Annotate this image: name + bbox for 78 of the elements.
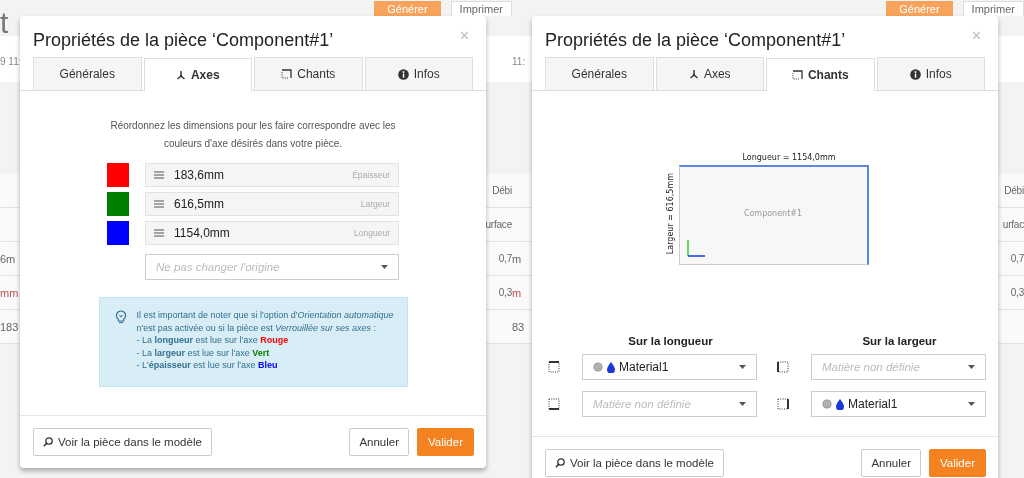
print-button[interactable]: Imprimer xyxy=(962,1,1024,16)
edge-band-icon xyxy=(281,69,293,79)
select-field[interactable]: Material1 xyxy=(582,354,757,380)
dimension-row[interactable]: 1154,0mm Longueur xyxy=(145,221,399,245)
cancel-button[interactable]: Annuler xyxy=(349,427,410,456)
axes-icon xyxy=(175,70,186,80)
instruction-text: Réordonnez les dimensions pour les faire correspondre avec les couleurs d'axe désirés dans votre pièce. xyxy=(109,119,397,151)
note-text: Il est important de noter que si l'option d'Orientation automatique n'est pas activée ou si la pièce est Verrouillée sur ses axes : xyxy=(136,309,395,334)
axis-icon xyxy=(686,240,705,257)
timestamp: 11: xyxy=(512,55,526,67)
select-value: Material1 xyxy=(848,397,899,411)
view-in-model-button[interactable]: Voir la pièce dans le modèle xyxy=(33,427,212,456)
table-cell: 0,3 xyxy=(498,287,512,298)
table-cell: urface xyxy=(485,219,512,230)
select-placeholder: Ne pas changer l'origine xyxy=(156,261,281,273)
width-label: Largeur = 616,5mm xyxy=(665,173,675,255)
table-cell: 6m xyxy=(0,252,16,265)
table-cell: mm xyxy=(0,286,19,299)
tab[interactable]: Chants xyxy=(766,58,875,91)
select-field[interactable]: Material1 xyxy=(811,391,986,417)
spiral-icon xyxy=(822,399,832,409)
view-in-model-button[interactable]: Voir la pièce dans le modèle xyxy=(545,449,724,477)
table-cell: 0,7 xyxy=(1010,253,1024,264)
select-placeholder: Matière non définie xyxy=(822,361,921,373)
edge-side-icon xyxy=(777,398,789,410)
tab[interactable]: Infos xyxy=(364,57,473,90)
tab[interactable]: Axes xyxy=(143,58,252,91)
info-icon xyxy=(909,68,921,80)
tab[interactable]: Axes xyxy=(655,57,764,90)
cancel-button[interactable]: Annuler xyxy=(861,449,922,477)
table-cell: m xyxy=(512,286,522,299)
tab[interactable]: Générales xyxy=(33,57,142,90)
note-line: - La longueur est lue sur l'axe Rouge xyxy=(136,334,290,347)
lightbulb-icon xyxy=(114,310,127,324)
dialog-title: Propriétés de la pièce ‘Component#1’ xyxy=(33,29,335,52)
info-icon xyxy=(397,68,409,80)
drag-handle-icon xyxy=(154,200,164,208)
caret-icon xyxy=(968,365,975,369)
table-cell: Débi xyxy=(492,185,512,196)
caret-icon xyxy=(739,402,746,406)
dimension-row[interactable]: 183,6mm Épaisseur xyxy=(145,163,399,187)
drag-handle-icon xyxy=(154,229,164,237)
note-line: - L'épaisseur est lue sur l'axe Bleu xyxy=(136,359,279,372)
select-value: Material1 xyxy=(619,360,670,374)
edge-side-icon xyxy=(777,361,789,373)
length-label: Longueur = 1154,0mm xyxy=(742,153,836,162)
column-heading: Sur la longueur xyxy=(627,335,714,347)
note-line: - La largeur est lue sur l'axe Vert xyxy=(136,346,271,359)
edge-side-icon xyxy=(548,398,560,410)
dialog-title: Propriétés de la pièce ‘Component#1’ xyxy=(545,29,847,52)
table-cell: m xyxy=(512,252,522,265)
search-icon xyxy=(555,458,565,468)
edge-band-icon xyxy=(791,70,803,80)
part-name: Component#1 xyxy=(743,209,803,218)
drop-icon xyxy=(836,398,844,410)
caret-icon xyxy=(968,402,975,406)
tab[interactable]: Chants xyxy=(254,57,363,90)
axes-icon xyxy=(688,69,699,79)
caret-icon xyxy=(739,365,746,369)
page-title: t xyxy=(0,10,9,36)
table-cell: 0,3 xyxy=(1010,287,1024,298)
select-placeholder: Matière non définie xyxy=(593,398,692,410)
print-button[interactable]: Imprimer xyxy=(450,1,512,16)
tab[interactable]: Générales xyxy=(545,57,654,90)
table-cell: 0,7 xyxy=(498,253,512,264)
table-cell: 83 xyxy=(512,320,525,333)
table-cell: 183 xyxy=(0,320,19,333)
spiral-icon xyxy=(593,362,603,372)
drop-icon xyxy=(607,361,615,373)
column-heading: Sur la largeur xyxy=(861,335,938,347)
edge-side-icon xyxy=(548,361,560,373)
table-cell: urfac xyxy=(1002,219,1024,230)
tab[interactable]: Infos xyxy=(876,57,985,90)
dimension-row[interactable]: 616,5mm Largeur xyxy=(145,192,399,216)
caret-icon xyxy=(381,265,388,269)
search-icon xyxy=(43,436,53,447)
drag-handle-icon xyxy=(154,171,164,179)
table-cell: Débi xyxy=(1004,185,1024,196)
